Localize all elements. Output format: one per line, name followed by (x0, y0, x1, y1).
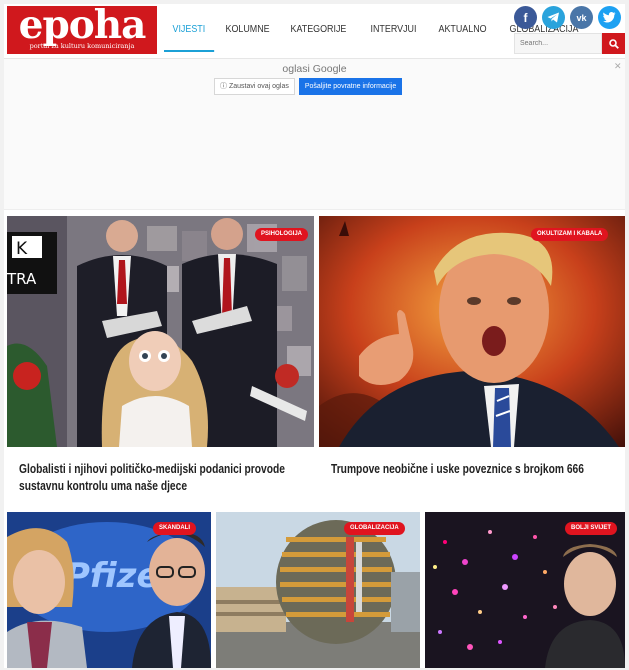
nav-kategorije[interactable]: KATEGORIJE (282, 4, 355, 54)
social-links: f vk (514, 6, 621, 29)
article-image[interactable]: Pfizer (7, 512, 211, 668)
category-badge[interactable]: SKANDALI (153, 522, 196, 535)
category-badge[interactable]: GLOBALIZACIJA (344, 522, 405, 535)
search-input[interactable] (514, 33, 602, 54)
tv-letters: TRA (7, 270, 37, 288)
article-image[interactable] (216, 512, 420, 668)
twitter-icon[interactable] (598, 6, 621, 29)
site-header: epoha portal za kulturu komuniciranja VI… (4, 4, 625, 59)
article-title[interactable]: Globalisti i njihovi političko-medijski … (19, 461, 290, 495)
telegram-glyph (547, 12, 559, 23)
vk-icon[interactable]: vk (570, 6, 593, 29)
ad-label: oglasi Google (282, 63, 347, 75)
article-card[interactable]: BOLJI SVIJET (425, 512, 625, 668)
featured-article-card[interactable]: K TRA PSIHOLOGIJA Globalisti i njihovi p… (7, 216, 314, 505)
facebook-icon[interactable]: f (514, 6, 537, 29)
article-card[interactable]: GLOBALIZACIJA (216, 512, 420, 668)
site-logo[interactable]: epoha portal za kulturu komuniciranja (7, 4, 157, 54)
article-card[interactable]: Pfizer SKANDALI (7, 512, 211, 668)
article-image[interactable]: K TRA (7, 216, 314, 447)
twitter-glyph (603, 12, 616, 23)
ad-feedback-button[interactable]: Pošaljite povratne informacije (298, 78, 403, 95)
search-button[interactable] (602, 33, 625, 54)
article-image[interactable] (425, 512, 625, 668)
featured-article-card[interactable]: OKULTIZAM I KABALA Trumpove neobične i u… (319, 216, 625, 505)
nav-intervjui[interactable]: INTERVJUI (362, 4, 425, 54)
facebook-glyph: f (523, 10, 528, 25)
search-icon (608, 38, 619, 49)
category-badge[interactable]: PSIHOLOGIJA (255, 228, 309, 241)
nav-kolumne[interactable]: KOLUMNE (217, 4, 278, 54)
info-icon: ⓘ (220, 83, 227, 90)
vk-glyph: vk (576, 12, 587, 23)
logo-word: epoha (18, 4, 147, 48)
search-box (514, 33, 625, 54)
nav-vijesti[interactable]: VIJESTI (164, 4, 214, 52)
ad-stop-button[interactable]: ⓘ Zaustavi ovaj oglas (214, 78, 295, 95)
ad-buttons: ⓘ Zaustavi ovaj oglas Pošaljite povratne… (214, 78, 403, 95)
article-image[interactable] (319, 216, 625, 447)
nav-aktualno[interactable]: AKTUALNO (430, 4, 495, 54)
logo-tagline: portal za kulturu komuniciranja (29, 42, 135, 50)
page: epoha portal za kulturu komuniciranja VI… (4, 4, 625, 668)
category-badge[interactable]: BOLJI SVIJET (565, 522, 618, 535)
ad-close-icon[interactable]: ✕ (614, 61, 622, 72)
ad-stop-label: Zaustavi ovaj oglas (228, 83, 289, 90)
category-badge[interactable]: OKULTIZAM I KABALA (531, 228, 609, 241)
google-ad-area: oglasi Google ⓘ Zaustavi ovaj oglas Poša… (4, 59, 625, 210)
telegram-icon[interactable] (542, 6, 565, 29)
article-title[interactable]: Trumpove neobične i uske poveznice s bro… (331, 461, 602, 478)
tv-letter-k: K (16, 239, 28, 259)
